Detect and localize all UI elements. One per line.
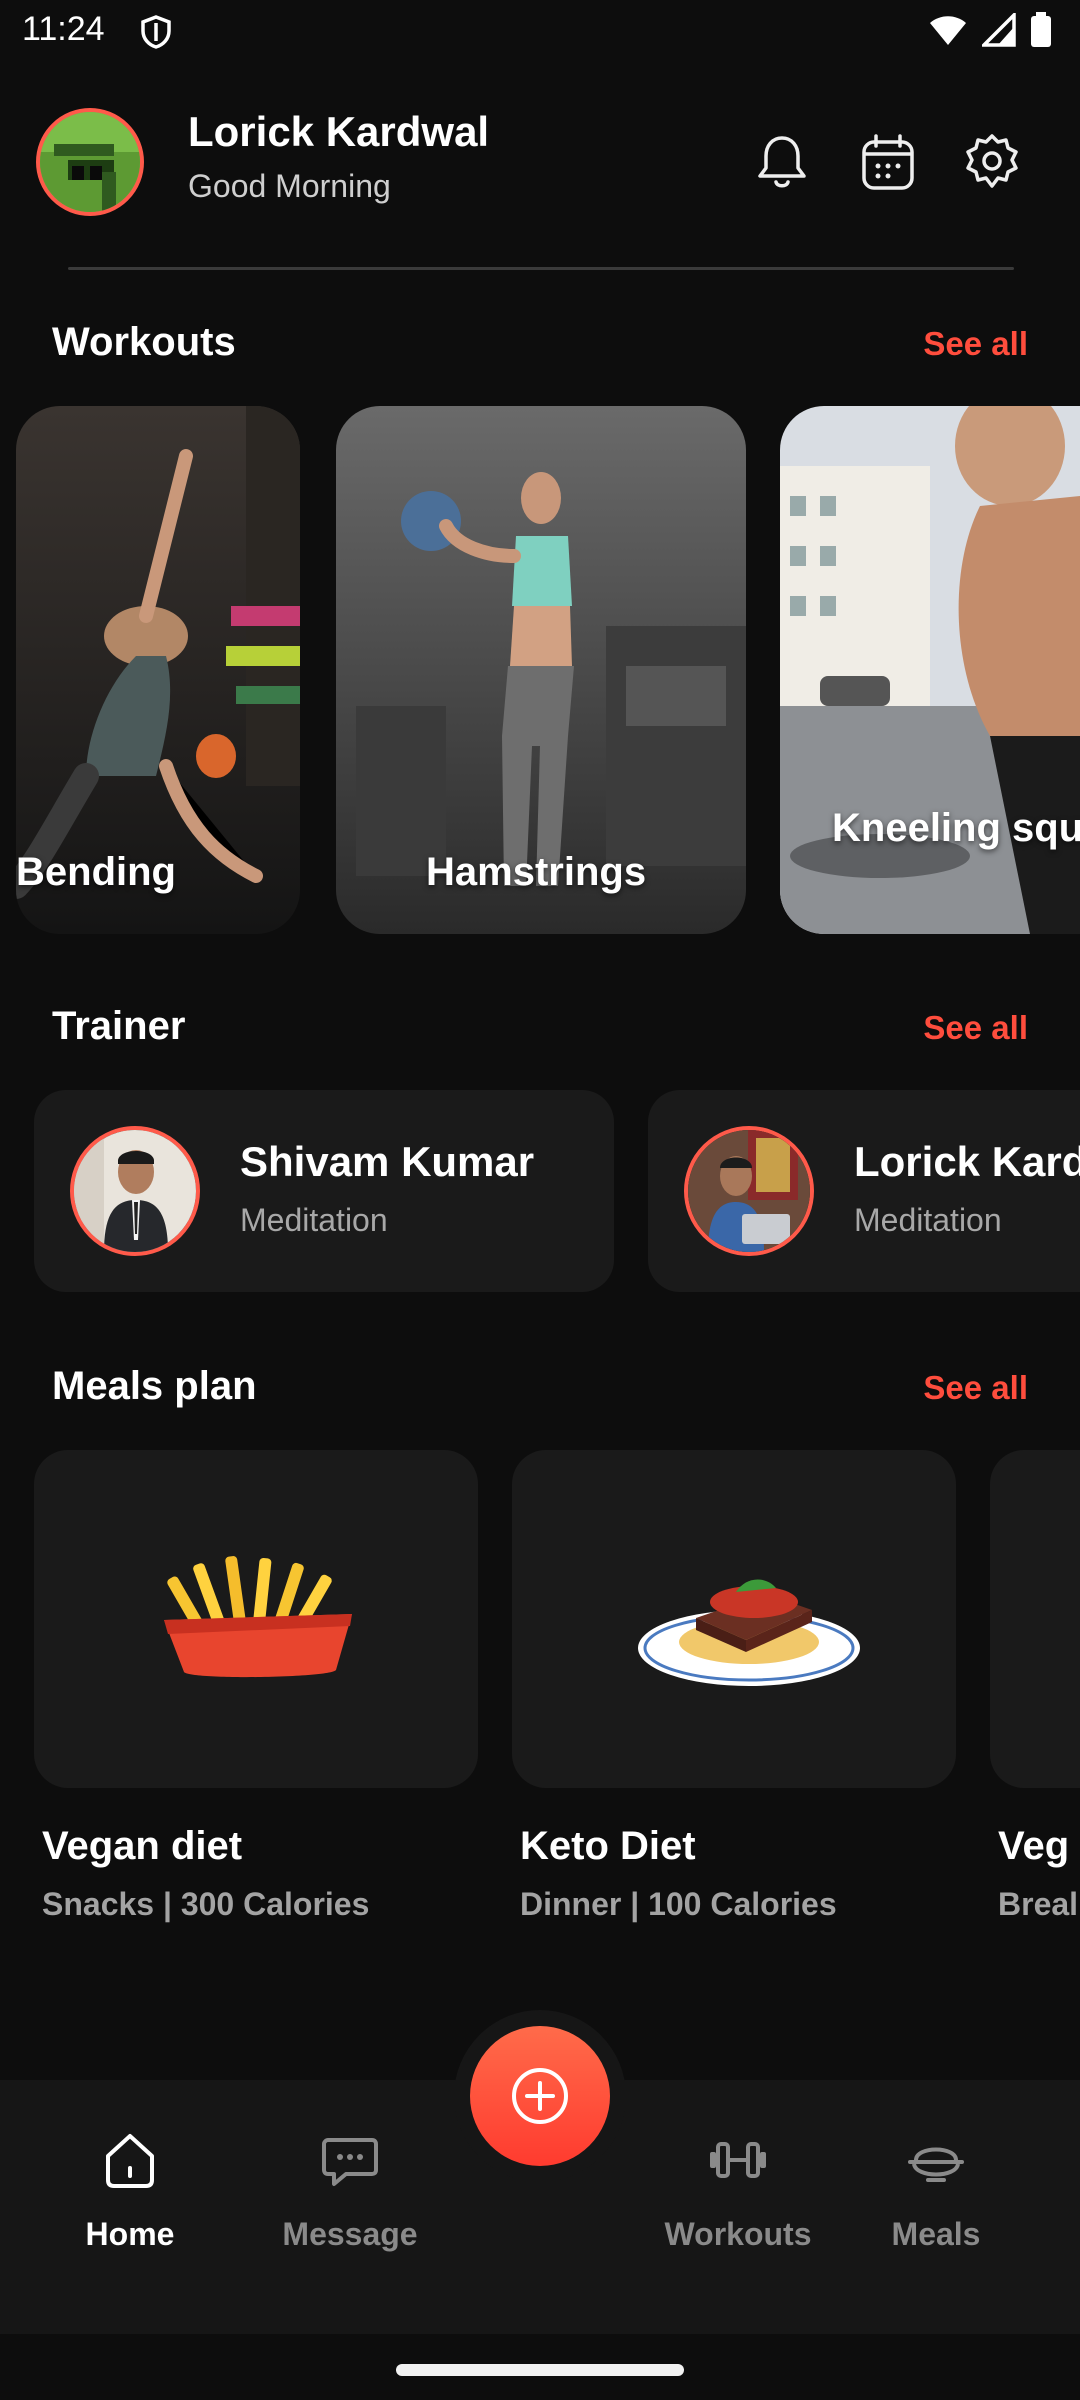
meals-section-title: Meals plan: [52, 1364, 257, 1408]
workout-card-bending[interactable]: Bending: [16, 406, 300, 934]
workouts-see-all-link[interactable]: See all: [923, 325, 1028, 363]
workout-image-kneeling-squat: [780, 406, 1080, 934]
trainer-card-lorick-kardwal[interactable]: Lorick Kard Meditation: [648, 1090, 1080, 1292]
meal-title: Veg: [998, 1824, 1070, 1868]
settings-gear-icon[interactable]: [962, 132, 1022, 192]
trainer-card-shivam-kumar[interactable]: Shivam Kumar Meditation: [34, 1090, 614, 1292]
meals-see-all-link[interactable]: See all: [923, 1369, 1028, 1407]
meal-card-keto-diet[interactable]: [512, 1450, 956, 1788]
trainer-section-title: Trainer: [52, 1004, 186, 1048]
nav-label-home: Home: [85, 2216, 175, 2252]
nav-label-meals: Meals: [891, 2216, 981, 2252]
meal-subtitle: Snacks | 300 Calories: [42, 1886, 370, 1922]
trainer-role: Meditation: [240, 1202, 388, 1238]
calendar-icon[interactable]: [858, 132, 918, 192]
wifi-icon: [930, 16, 966, 45]
steak-pasta-plate-icon: [638, 1579, 860, 1686]
meal-title: Keto Diet: [520, 1824, 696, 1868]
trainer-role: Meditation: [854, 1202, 1002, 1238]
battery-icon: [1031, 12, 1051, 47]
workout-card-label: Bending: [16, 850, 176, 894]
add-button[interactable]: [470, 2026, 610, 2166]
dumbbell-icon: [710, 2142, 766, 2178]
nav-label-message: Message: [282, 2216, 418, 2252]
status-icons: [928, 12, 1052, 48]
message-icon: [322, 2138, 378, 2186]
home-indicator[interactable]: [396, 2364, 684, 2376]
meal-title: Vegan diet: [42, 1824, 243, 1868]
french-fries-icon: [164, 1556, 352, 1678]
trainer-see-all-link[interactable]: See all: [923, 1009, 1028, 1047]
trainer-name: Shivam Kumar: [240, 1138, 535, 1185]
workout-card-kneeling-squat[interactable]: Kneeling squ: [780, 406, 1080, 934]
shield-icon: [141, 15, 171, 49]
meal-bowl-icon: [908, 2147, 964, 2182]
add-circle-icon: [512, 2068, 568, 2124]
bell-icon[interactable]: [752, 132, 812, 192]
greeting-text: Good Morning: [188, 168, 391, 204]
nav-label-workouts: Workouts: [664, 2216, 812, 2252]
nav-item-meals[interactable]: Meals: [836, 2130, 1036, 2253]
workout-card-label: Kneeling squ: [832, 806, 1080, 850]
workout-card-label: Hamstrings: [426, 850, 647, 894]
trainer-name: Lorick Kard: [854, 1138, 1080, 1185]
trainer-avatar: [70, 1126, 200, 1256]
user-avatar[interactable]: [36, 108, 144, 216]
user-name: Lorick Kardwal: [188, 108, 490, 155]
nav-item-workouts[interactable]: Workouts: [638, 2130, 838, 2253]
signal-icon: [982, 13, 1016, 47]
header-divider: [68, 267, 1014, 270]
nav-item-home[interactable]: Home: [30, 2130, 230, 2253]
meal-card-vegan-diet[interactable]: [34, 1450, 478, 1788]
workouts-section-title: Workouts: [52, 320, 236, 364]
meal-subtitle: Breal: [998, 1886, 1079, 1922]
nav-item-message[interactable]: Message: [250, 2130, 450, 2253]
trainer-avatar: [684, 1126, 814, 1256]
meal-card-partial[interactable]: [990, 1450, 1080, 1788]
workout-card-hamstrings[interactable]: Hamstrings: [336, 406, 746, 934]
meal-subtitle: Dinner | 100 Calories: [520, 1886, 837, 1922]
home-icon: [106, 2134, 154, 2188]
status-time: 11:24: [22, 10, 105, 48]
